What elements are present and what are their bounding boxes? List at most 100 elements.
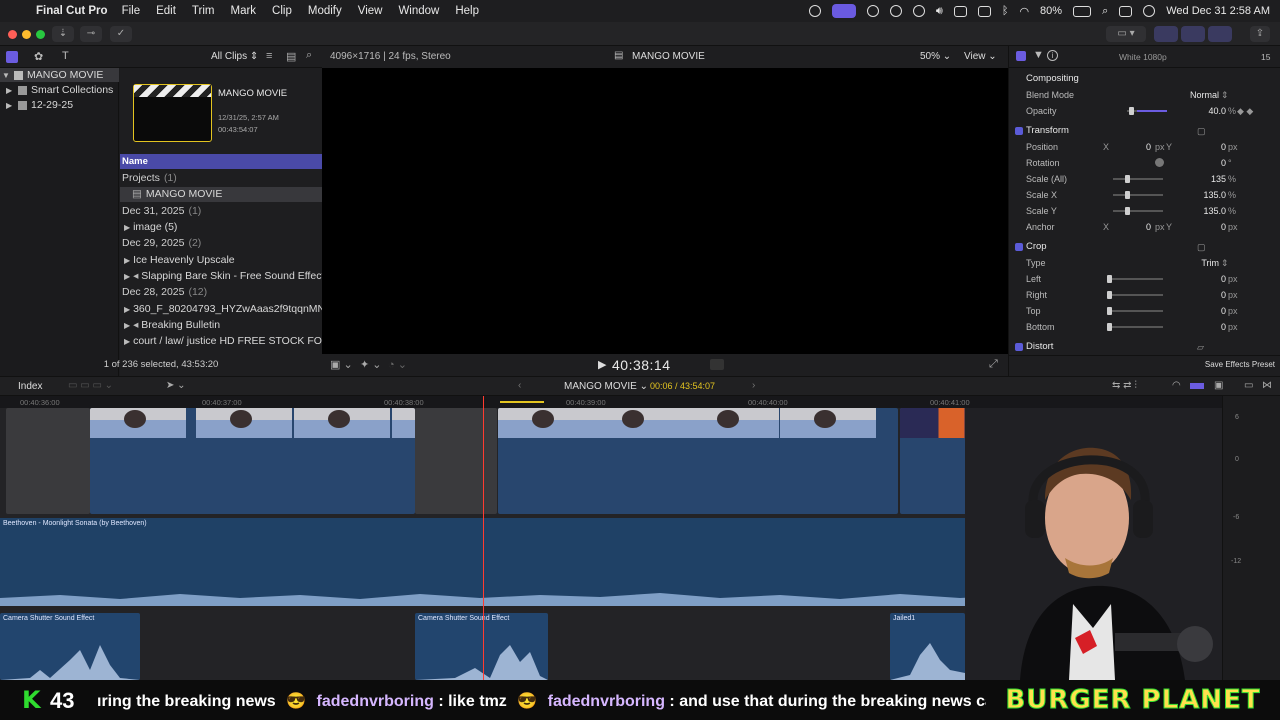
rotation-value[interactable]: 0 — [1221, 155, 1226, 171]
battery-icon[interactable] — [1073, 5, 1092, 17]
edit-buttons-icon[interactable]: ▭ ▭ ▭ ⌄ — [68, 380, 113, 391]
info-icon[interactable]: i — [1047, 50, 1058, 61]
audio-clip[interactable]: Camera Shutter Sound Effect — [0, 613, 140, 680]
menu-mark[interactable]: Mark — [230, 5, 256, 17]
opacity-knob[interactable] — [1129, 107, 1134, 115]
transform-section[interactable]: Transform ▢ — [1009, 123, 1280, 139]
crop-section[interactable]: Crop ▢ — [1009, 239, 1280, 255]
transform-tool-icon[interactable]: ▣ ⌄ — [330, 358, 353, 371]
screen-record-icon[interactable] — [831, 4, 856, 18]
zoom-window-button[interactable] — [36, 30, 45, 39]
gap-clip[interactable] — [415, 408, 497, 514]
select-tool-icon[interactable]: ➤ ⌄ — [166, 380, 186, 391]
list-item[interactable]: ▶ court / law/ justice HD FREE STOCK FOO… — [120, 334, 322, 349]
inspector-toggle-icon[interactable] — [1208, 26, 1232, 42]
rotation-dial[interactable] — [1155, 158, 1164, 167]
browser-toggle-icon[interactable] — [1154, 26, 1178, 42]
status-icon-3[interactable] — [889, 5, 902, 17]
list-item[interactable]: ▶ 360_F_80204793_HYZwAaas2f9tqqnMNpl — [120, 302, 322, 317]
crop-bottom-slider[interactable] — [1109, 326, 1163, 328]
solo-icon[interactable] — [1190, 383, 1204, 389]
volume-icon[interactable]: 🔊︎ — [936, 5, 943, 18]
project-thumbnail[interactable] — [133, 84, 212, 142]
photos-icon[interactable]: ✿ — [34, 50, 43, 63]
wifi-icon[interactable]: ◠ — [1019, 5, 1029, 18]
crop-left-value[interactable]: 0 — [1221, 271, 1226, 287]
filmstrip-view-icon[interactable]: ≡ — [266, 50, 272, 62]
list-item[interactable]: ▶ ◂ Breaking Bulletin — [120, 318, 322, 333]
audio-clip[interactable]: Jailed1 — [890, 613, 965, 680]
distort-section[interactable]: Distort ▱ — [1009, 339, 1280, 355]
list-item[interactable]: ▶ ◂ Slapping Bare Skin - Free Sound Effe… — [120, 269, 322, 284]
keyframe-icon[interactable]: ◆ ◆ — [1237, 103, 1253, 119]
disclosure-closed-icon[interactable]: ▶ — [124, 321, 130, 330]
scale-y-value[interactable]: 135.0 — [1203, 203, 1226, 219]
siri-icon[interactable] — [1143, 5, 1156, 17]
timeline-ruler[interactable]: 00:40:36:00 00:40:37:00 00:40:38:00 00:4… — [0, 396, 1222, 408]
fullscreen-icon[interactable]: ⤢ — [989, 358, 998, 371]
list-group[interactable]: Dec 28, 2025 (12) — [120, 285, 322, 300]
list-group[interactable]: Dec 29, 2025 (2) — [120, 236, 322, 251]
list-item[interactable]: ▶ image (5) — [120, 220, 322, 235]
playhead[interactable] — [483, 396, 484, 680]
play-status-icon[interactable] — [912, 5, 925, 17]
crop-right-knob[interactable] — [1107, 291, 1112, 299]
filter-inspector-icon[interactable]: ▼ — [1033, 49, 1044, 61]
sidebar-item-smart-collections[interactable]: ▶ Smart Collections — [6, 83, 113, 97]
snapping-icon[interactable]: ⇆ ⇄ ⫶ — [1112, 380, 1137, 391]
disclosure-closed-icon[interactable]: ▶ — [124, 223, 130, 232]
bluetooth-icon[interactable]: ᛒ — [1002, 5, 1009, 17]
disclosure-open-icon[interactable]: ▼ — [2, 71, 10, 80]
menu-modify[interactable]: Modify — [308, 5, 342, 17]
close-window-button[interactable] — [8, 30, 17, 39]
view-menu[interactable]: View ⌄ — [964, 51, 997, 62]
anchor-x-value[interactable]: 0 — [1146, 219, 1151, 235]
play-button[interactable]: ▶ — [598, 358, 606, 371]
sidebar-item-mango-movie[interactable]: ▼ MANGO MOVIE — [0, 68, 119, 82]
workspace-icon[interactable]: ▭ ▾ — [1106, 26, 1146, 42]
compositing-section[interactable]: Compositing — [1009, 71, 1280, 87]
menu-trim[interactable]: Trim — [192, 5, 215, 17]
disclosure-closed-icon[interactable]: ▶ — [124, 337, 130, 346]
video-inspector-icon[interactable] — [1016, 51, 1026, 61]
clip-filter[interactable]: All Clips ⇕ — [211, 51, 258, 62]
crop-right-slider[interactable] — [1109, 294, 1163, 296]
scale-x-value[interactable]: 135.0 — [1203, 187, 1226, 203]
audio-clip[interactable]: Camera Shutter Sound Effect — [415, 613, 548, 680]
menu-help[interactable]: Help — [455, 5, 479, 17]
distort-checkbox[interactable] — [1015, 343, 1023, 351]
video-clip[interactable] — [90, 408, 415, 514]
share-icon[interactable]: ⇪ — [1250, 26, 1270, 42]
opacity-value[interactable]: 40.0 — [1208, 103, 1226, 119]
video-clip[interactable] — [498, 408, 898, 514]
transform-checkbox[interactable] — [1015, 127, 1023, 135]
position-x-value[interactable]: 0 — [1146, 139, 1151, 155]
keywords-icon[interactable]: ⊸ — [80, 26, 102, 42]
control-center-icon[interactable] — [1119, 5, 1133, 17]
menu-window[interactable]: Window — [398, 5, 439, 17]
menu-view[interactable]: View — [358, 5, 383, 17]
list-group[interactable]: Projects (1) — [120, 171, 322, 186]
name-column-header[interactable]: Name — [120, 154, 322, 169]
position-y-value[interactable]: 0 — [1221, 139, 1226, 155]
audio-skimming-icon[interactable]: ◠ — [1172, 380, 1181, 391]
crop-top-knob[interactable] — [1107, 307, 1112, 315]
import-icon[interactable]: ⇣ — [52, 26, 74, 42]
scale-all-value[interactable]: 135 — [1211, 171, 1226, 187]
scale-x-slider[interactable] — [1113, 194, 1163, 196]
crop-checkbox[interactable] — [1015, 243, 1023, 251]
screen-icon[interactable] — [977, 5, 991, 17]
zoom-menu[interactable]: 50% ⌄ — [920, 51, 951, 62]
crop-right-value[interactable]: 0 — [1221, 287, 1226, 303]
disclosure-closed-icon[interactable]: ▶ — [6, 86, 14, 95]
distort-onscreen-icon[interactable]: ▱ — [1197, 339, 1204, 355]
app-menu[interactable]: Final Cut Pro — [36, 5, 108, 17]
save-effects-preset-button[interactable]: Save Effects Preset — [1205, 360, 1275, 369]
history-forward-icon[interactable]: › — [752, 380, 755, 391]
timecode-display[interactable]: 40:38:14 — [612, 357, 671, 373]
crop-top-value[interactable]: 0 — [1221, 303, 1226, 319]
libraries-icon[interactable] — [6, 51, 18, 63]
disclosure-closed-icon[interactable]: ▶ — [124, 256, 130, 265]
search-icon[interactable]: ⌕ — [306, 49, 312, 62]
scale-slider[interactable] — [1113, 178, 1163, 180]
